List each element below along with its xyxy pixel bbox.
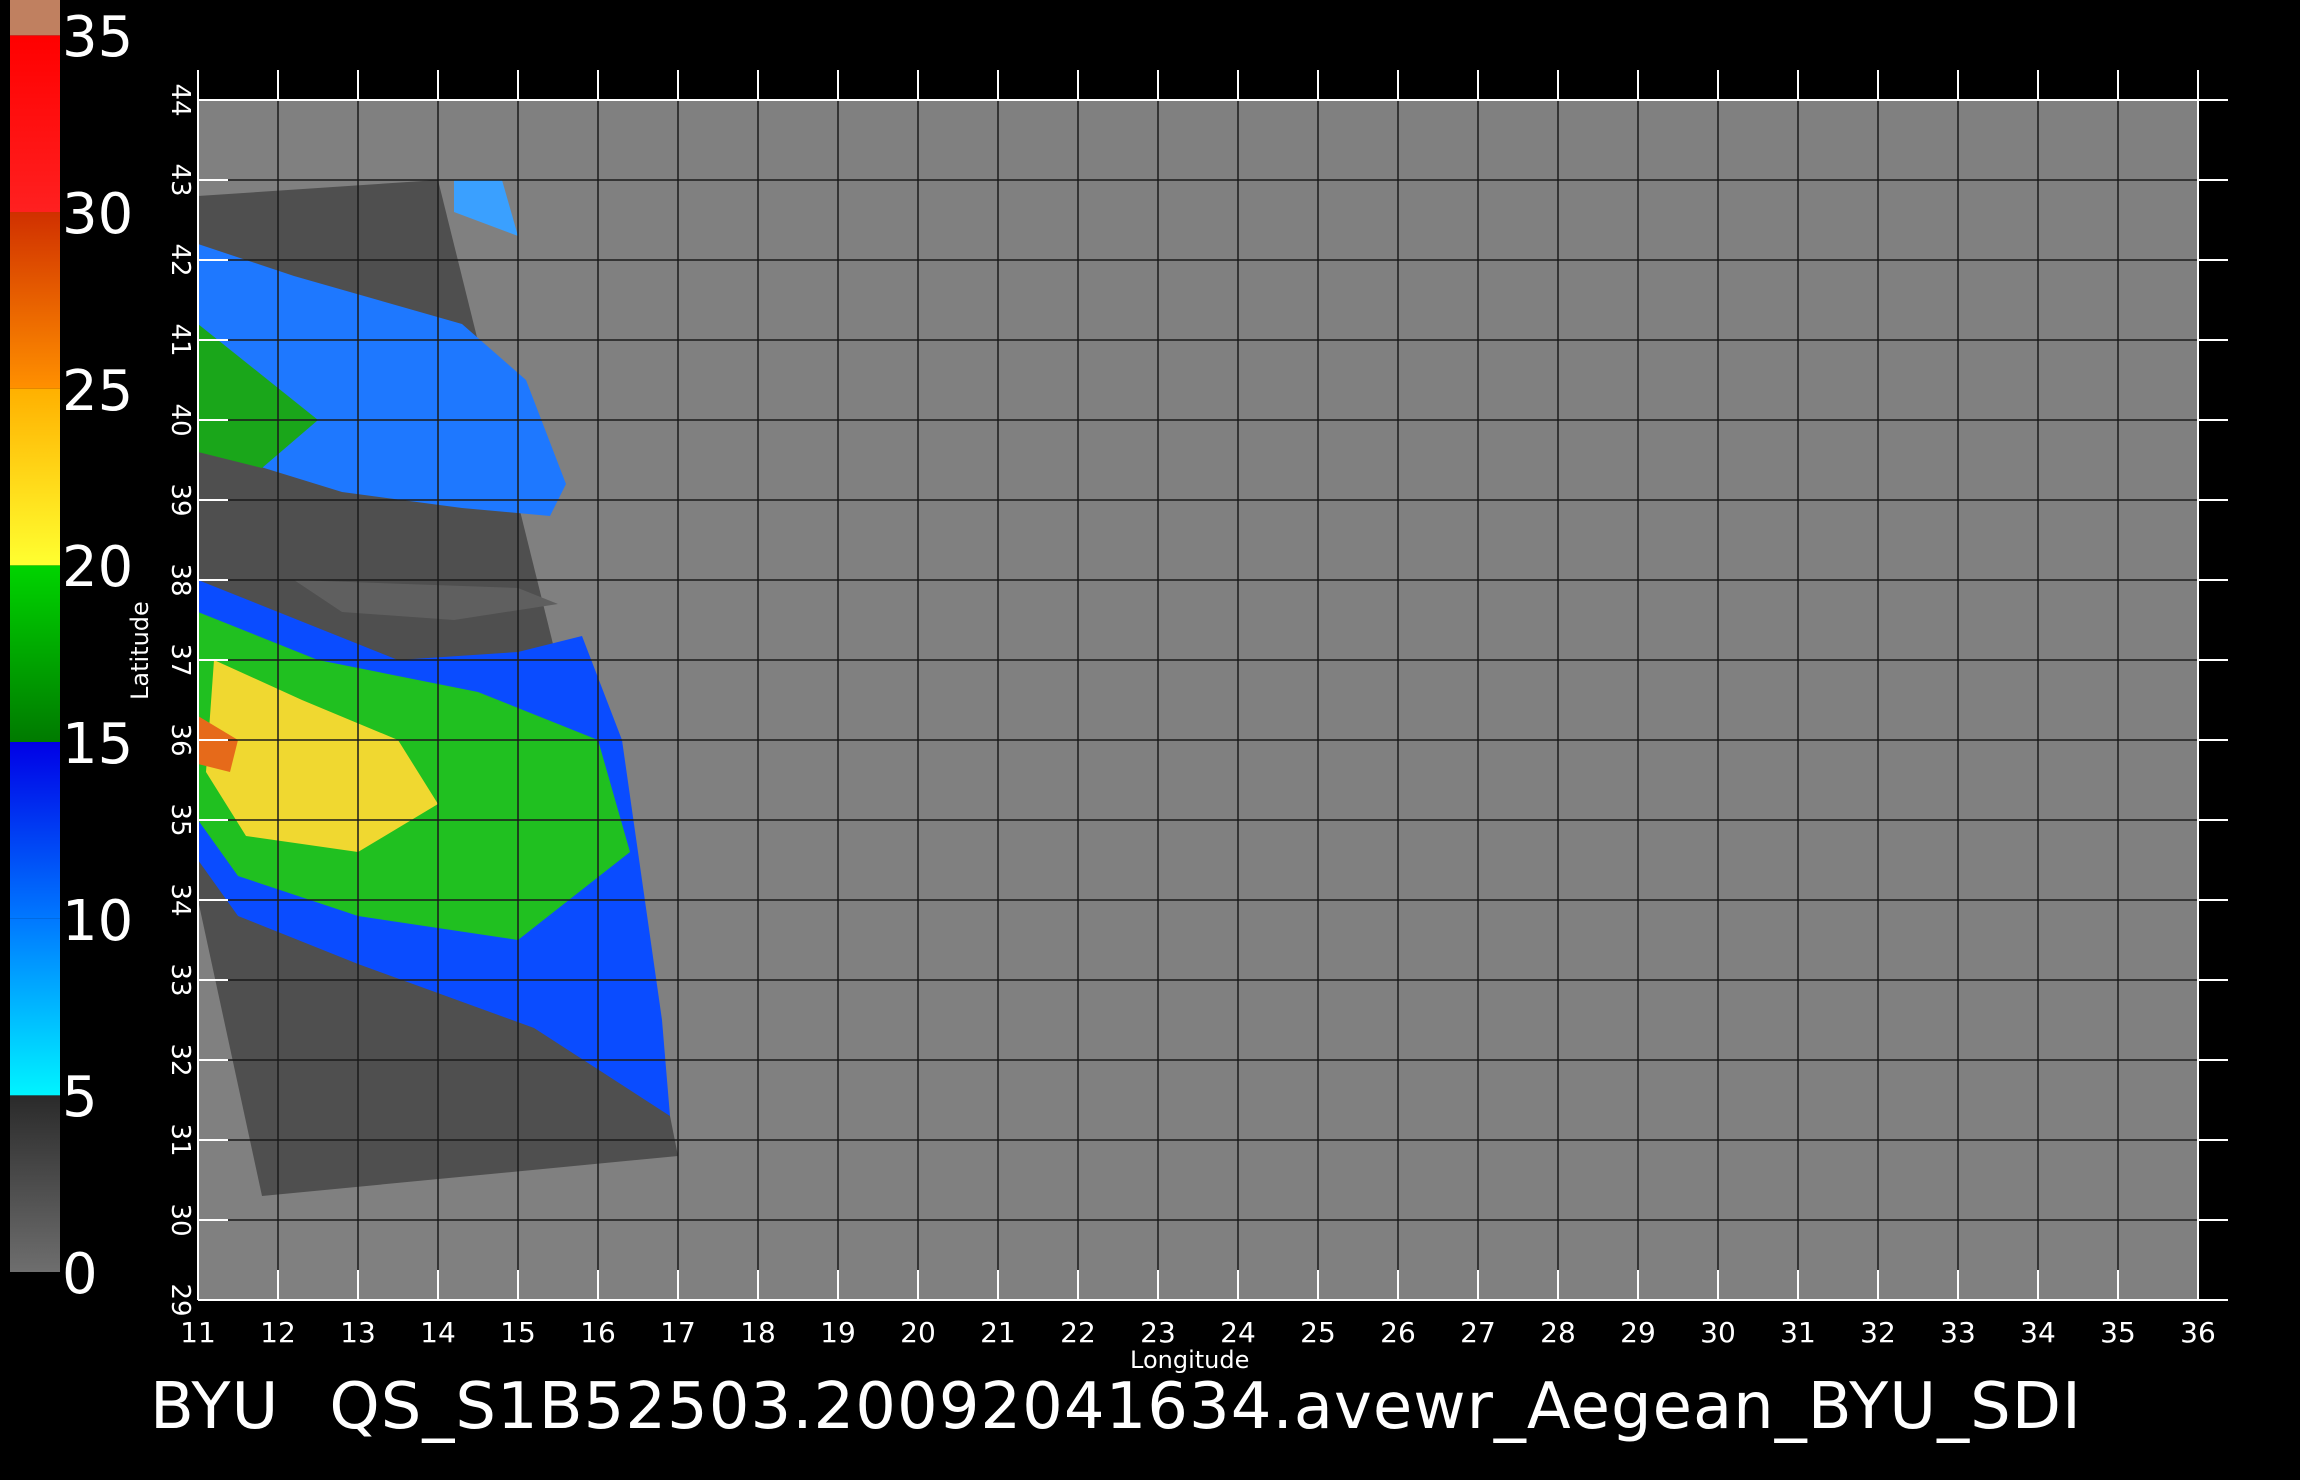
footer-title: BYU QS_S1B52503.20092041634.avewr_Aegean_…: [150, 1370, 2132, 1444]
x-tick-label: 22: [1060, 1316, 1096, 1349]
y-tick-label: 39: [165, 483, 195, 516]
y-tick-label: 37: [165, 643, 195, 676]
y-tick-label: 41: [165, 323, 195, 356]
y-tick-label: 32: [165, 1043, 195, 1076]
x-tick-label: 17: [660, 1316, 696, 1349]
x-tick-label: 34: [2020, 1316, 2056, 1349]
y-tick-label: 35: [165, 803, 195, 836]
y-tick-label: 42: [165, 243, 195, 276]
x-tick-label: 21: [980, 1316, 1016, 1349]
x-tick-label: 28: [1540, 1316, 1576, 1349]
x-tick-label: 32: [1860, 1316, 1896, 1349]
y-tick-label: 38: [165, 563, 195, 596]
x-tick-label: 25: [1300, 1316, 1336, 1349]
x-tick-label: 33: [1940, 1316, 1976, 1349]
y-tick-label: 30: [165, 1203, 195, 1236]
x-tick-label: 23: [1140, 1316, 1176, 1349]
x-tick-label: 12: [260, 1316, 296, 1349]
x-tick-label: 16: [580, 1316, 616, 1349]
source-label: BYU: [150, 1370, 280, 1444]
y-axis-label: Latitude: [126, 601, 154, 700]
y-tick-label: 44: [165, 83, 195, 116]
x-tick-label: 13: [340, 1316, 376, 1349]
x-tick-label: 24: [1220, 1316, 1256, 1349]
y-tick-label: 34: [165, 883, 195, 916]
y-tick-label: 29: [165, 1283, 195, 1316]
x-tick-label: 18: [740, 1316, 776, 1349]
x-tick-label: 26: [1380, 1316, 1416, 1349]
y-tick-label: 36: [165, 723, 195, 756]
wind-map: 11 12 13 14 15 16 17 18 19 20 21 22 23 24 25 26 27 28 29 30…: [165, 70, 2228, 1349]
x-tick-label: 31: [1780, 1316, 1816, 1349]
x-tick-label: 20: [900, 1316, 936, 1349]
y-tick-label: 40: [165, 403, 195, 436]
x-tick-label: 36: [2180, 1316, 2216, 1349]
x-tick-label: 35: [2100, 1316, 2136, 1349]
x-tick-label: 19: [820, 1316, 856, 1349]
y-tick-label: 43: [165, 163, 195, 196]
x-tick-label: 30: [1700, 1316, 1736, 1349]
x-tick-label: 29: [1620, 1316, 1656, 1349]
x-tick-label: 11: [180, 1316, 216, 1349]
y-tick-label: 31: [165, 1123, 195, 1156]
x-tick-label: 14: [420, 1316, 456, 1349]
y-tick-label: 33: [165, 963, 195, 996]
x-tick-label: 27: [1460, 1316, 1496, 1349]
x-tick-label: 15: [500, 1316, 536, 1349]
filename-label: QS_S1B52503.20092041634.avewr_Aegean_BYU…: [329, 1370, 2082, 1444]
